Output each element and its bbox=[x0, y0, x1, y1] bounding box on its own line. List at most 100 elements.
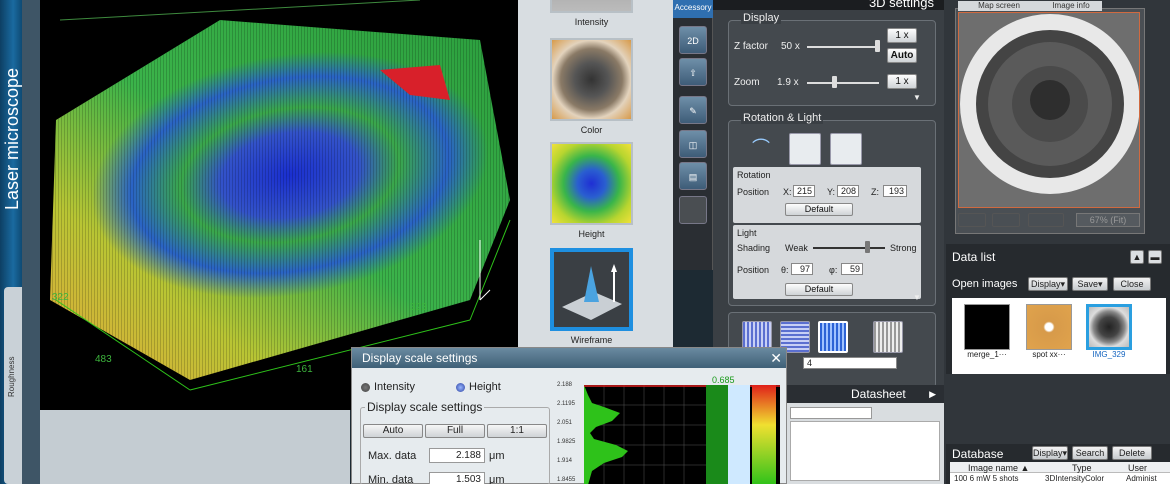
thumb-wireframe[interactable]: Wireframe bbox=[550, 248, 633, 345]
theta-label: θ: bbox=[781, 265, 789, 275]
database-display-button[interactable]: Display▾ bbox=[1032, 446, 1068, 460]
height-radio-label: Height bbox=[469, 381, 501, 393]
tool-strip: 2D ⇧ ✎ ◫ ▤ bbox=[673, 0, 713, 270]
dialog-titlebar[interactable]: Display scale settings ✕ bbox=[352, 348, 786, 368]
display-scale-dialog: Display scale settings ✕ Intensity Heigh… bbox=[351, 347, 787, 484]
data-list-collapse-icon[interactable]: ▲ bbox=[1130, 250, 1144, 264]
tab-map-screen[interactable]: Map screen bbox=[958, 1, 1040, 11]
view-2d-button[interactable]: 2D bbox=[679, 26, 707, 54]
tool-button-1[interactable]: ✎ bbox=[679, 96, 707, 124]
display-group-title: Display bbox=[741, 12, 782, 24]
thumb-height[interactable]: Height bbox=[550, 142, 633, 239]
data-list-title: Data list bbox=[952, 250, 996, 264]
column-type[interactable]: Type bbox=[1072, 463, 1092, 473]
search-button[interactable]: Search bbox=[1072, 446, 1108, 460]
scale-1to1-button[interactable]: 1:1 bbox=[487, 424, 547, 438]
y-tick: 1.914 bbox=[557, 458, 573, 464]
thumb-intensity[interactable]: Intensity bbox=[550, 0, 633, 27]
tool-button-3[interactable]: ▤ bbox=[679, 162, 707, 190]
min-data-unit: μm bbox=[489, 474, 505, 484]
shading-slider[interactable] bbox=[813, 247, 885, 249]
rot-y-input[interactable]: 208 bbox=[837, 185, 859, 197]
rotation-position-label: Position bbox=[737, 187, 770, 197]
rot-z-input[interactable]: 193 bbox=[883, 185, 907, 197]
open-image-item[interactable]: merge_1··· bbox=[964, 304, 1010, 359]
thumb-color[interactable]: Color bbox=[550, 38, 633, 135]
view-3d-button[interactable]: ⇧ bbox=[679, 58, 707, 86]
side-tab-label: Roughness bbox=[7, 356, 16, 397]
database-table: Image name ▲ Type User 100 6 mW 5 shots … bbox=[950, 462, 1170, 484]
datasheet-select[interactable] bbox=[790, 407, 872, 419]
light-rotate-icon[interactable] bbox=[830, 133, 862, 165]
expand-right-icon: ▶ bbox=[929, 389, 936, 399]
map-zoom-readout: 67% (Fit) bbox=[1076, 213, 1140, 227]
style-option-4-icon[interactable] bbox=[873, 321, 903, 353]
delete-button[interactable]: Delete bbox=[1112, 446, 1152, 460]
close-icon[interactable]: ✕ bbox=[770, 348, 782, 368]
zfactor-slider[interactable] bbox=[807, 46, 879, 48]
chevron-down-icon: ▾ bbox=[1097, 279, 1103, 289]
collapse-display-icon[interactable]: ▼ bbox=[913, 93, 921, 102]
rotation-title: Rotation bbox=[737, 170, 771, 180]
close-button[interactable]: Close bbox=[1113, 277, 1151, 291]
light-default-button[interactable]: Default bbox=[785, 283, 853, 296]
style-option-3-icon[interactable] bbox=[818, 321, 848, 353]
column-user[interactable]: User bbox=[1128, 463, 1147, 473]
zfactor-auto-button[interactable]: Auto bbox=[887, 48, 917, 63]
scale-full-button[interactable]: Full bbox=[425, 424, 485, 438]
open-image-item[interactable]: IMG_329 bbox=[1086, 304, 1132, 359]
min-data-input[interactable]: 1.503 bbox=[429, 472, 485, 484]
rot-z-label: Z: bbox=[871, 187, 879, 197]
datasheet-header[interactable]: Datasheet ▶ bbox=[786, 385, 944, 403]
map-zoom-in-button[interactable] bbox=[992, 213, 1020, 227]
viewport-frame bbox=[22, 0, 40, 484]
rotation-default-button[interactable]: Default bbox=[785, 203, 853, 216]
y-tick: 1.8455 bbox=[557, 477, 576, 483]
table-row[interactable]: 100 6 mW 5 shots 3DIntensityColor Admini… bbox=[950, 474, 1170, 484]
save-button[interactable]: Save▾ bbox=[1072, 277, 1108, 291]
open-images-display-button[interactable]: Display▾ bbox=[1028, 277, 1068, 291]
zoom-value: 1.9 x bbox=[777, 77, 799, 88]
height-thumbnail bbox=[550, 142, 633, 225]
tab-image-info[interactable]: Image info bbox=[1040, 1, 1102, 11]
dialog-title: Display scale settings bbox=[362, 351, 478, 365]
collapse-rotation-icon[interactable]: ▼ bbox=[913, 293, 921, 302]
phi-input[interactable]: 59 bbox=[841, 263, 863, 275]
side-tab-roughness[interactable]: Roughness bbox=[4, 287, 22, 484]
datasheet-title: Datasheet bbox=[851, 387, 906, 401]
theta-input[interactable]: 97 bbox=[791, 263, 813, 275]
shading-weak-label: Weak bbox=[785, 243, 808, 253]
histogram-plot[interactable] bbox=[584, 385, 780, 484]
shading-slider-handle[interactable] bbox=[865, 241, 870, 253]
accessory-tab[interactable]: Accessory bbox=[673, 0, 713, 18]
map-zoom-out-button[interactable] bbox=[958, 213, 986, 227]
settings-title: 3D settings bbox=[713, 0, 944, 10]
scale-auto-button[interactable]: Auto bbox=[363, 424, 423, 438]
zfactor-slider-handle[interactable] bbox=[875, 40, 880, 52]
zoom-slider-handle[interactable] bbox=[832, 76, 837, 88]
axis-label-c: 483 bbox=[95, 354, 112, 365]
max-data-input[interactable]: 2.188 bbox=[429, 448, 485, 463]
zoom-1x-button[interactable]: 1 x bbox=[887, 74, 917, 89]
grid-select-value: 4 bbox=[807, 358, 813, 368]
tool-button-4[interactable] bbox=[679, 196, 707, 224]
rot-y-label: Y: bbox=[827, 187, 836, 197]
column-image-name[interactable]: Image name ▲ bbox=[968, 463, 1029, 473]
shading-label: Shading bbox=[737, 243, 771, 253]
mouse-rotate-icon[interactable]: ⌒ bbox=[745, 133, 777, 165]
axis-rotate-icon[interactable] bbox=[789, 133, 821, 165]
open-image-item[interactable]: spot xx··· bbox=[1026, 304, 1072, 359]
map-image[interactable] bbox=[958, 12, 1140, 208]
rot-x-input[interactable]: 215 bbox=[793, 185, 815, 197]
thumb-label: Intensity bbox=[574, 17, 609, 27]
tool-button-2[interactable]: ◫ bbox=[679, 130, 707, 158]
grid-select[interactable]: 4 bbox=[803, 357, 897, 369]
intensity-radio[interactable] bbox=[361, 383, 370, 392]
map-fit-button[interactable] bbox=[1028, 213, 1064, 227]
data-list-minimize-icon[interactable]: ▬ bbox=[1148, 250, 1162, 264]
intensity-radio-label: Intensity bbox=[374, 381, 415, 393]
height-radio[interactable] bbox=[456, 383, 465, 392]
light-subgroup: Light Shading Weak Strong Position θ: 97… bbox=[733, 225, 921, 299]
zfactor-1x-button[interactable]: 1 x bbox=[887, 28, 917, 43]
zoom-slider[interactable] bbox=[807, 82, 879, 84]
